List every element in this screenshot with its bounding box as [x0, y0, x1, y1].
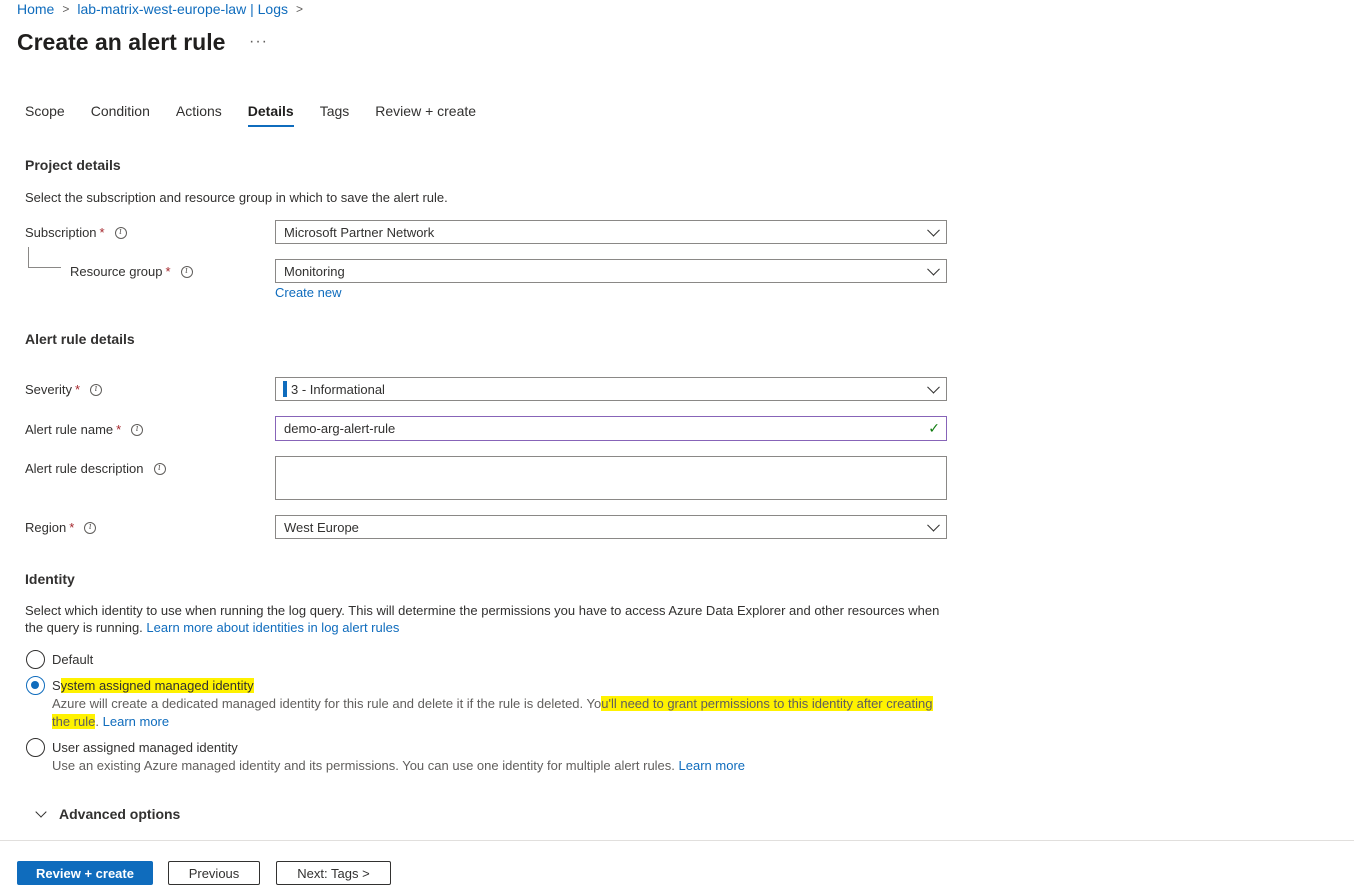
- required-mark: *: [116, 422, 122, 437]
- breadcrumb: Home > lab-matrix-west-europe-law | Logs…: [17, 1, 311, 17]
- severity-label: Severity * i: [25, 382, 103, 397]
- required-mark: *: [69, 520, 75, 535]
- resource-group-label: Resource group * i: [70, 264, 193, 279]
- info-icon[interactable]: i: [90, 383, 103, 396]
- user-assigned-identity-radio[interactable]: [26, 738, 45, 757]
- subscription-dropdown[interactable]: Microsoft Partner Network: [275, 220, 947, 244]
- project-details-description: Select the subscription and resource gro…: [25, 190, 448, 205]
- system-assigned-description-line2: the rule. Learn more: [52, 714, 170, 729]
- breadcrumb-logs-link[interactable]: lab-matrix-west-europe-law | Logs: [77, 1, 288, 17]
- alert-rule-description-label: Alert rule description i: [25, 461, 166, 476]
- severity-dropdown[interactable]: 3 - Informational: [275, 377, 947, 401]
- review-create-button[interactable]: Review + create: [17, 861, 153, 885]
- resource-group-dropdown[interactable]: Monitoring: [275, 259, 947, 283]
- alert-rule-name-label: Alert rule name * i: [25, 422, 144, 437]
- tab-condition[interactable]: Condition: [91, 103, 150, 125]
- severity-indicator: [283, 381, 287, 397]
- identity-description-line2: the query is running. Learn more about i…: [25, 620, 400, 635]
- tree-connector: [28, 247, 61, 268]
- previous-button[interactable]: Previous: [168, 861, 260, 885]
- info-icon[interactable]: i: [180, 265, 193, 278]
- chevron-down-icon: [927, 262, 940, 276]
- tab-actions[interactable]: Actions: [176, 103, 222, 125]
- page-title: Create an alert rule: [17, 29, 226, 55]
- breadcrumb-separator: >: [295, 2, 303, 16]
- info-icon[interactable]: i: [131, 423, 144, 436]
- info-icon[interactable]: i: [153, 462, 166, 475]
- default-identity-radio[interactable]: [26, 650, 45, 669]
- info-icon[interactable]: i: [114, 226, 127, 239]
- required-mark: *: [74, 382, 81, 397]
- tab-details[interactable]: Details: [247, 103, 294, 127]
- checkmark-icon: ✓: [928, 420, 940, 436]
- system-assigned-identity-radio[interactable]: [26, 676, 45, 695]
- chevron-down-icon: [35, 806, 47, 818]
- chevron-down-icon: [927, 380, 940, 394]
- tab-tags[interactable]: Tags: [320, 103, 350, 125]
- alert-rule-details-heading: Alert rule details: [25, 331, 135, 347]
- footer-divider: [0, 840, 1354, 841]
- create-new-link[interactable]: Create new: [275, 285, 341, 300]
- identity-heading: Identity: [25, 571, 75, 587]
- wizard-tabs: Scope Condition Actions Details Tags Rev…: [25, 103, 502, 127]
- breadcrumb-home-link[interactable]: Home: [17, 1, 54, 17]
- breadcrumb-separator: >: [62, 2, 70, 16]
- system-assigned-identity-label: System assigned managed identity: [52, 678, 254, 693]
- more-options-icon[interactable]: ···: [249, 33, 268, 51]
- user-assigned-learn-more-link[interactable]: Learn more: [679, 758, 745, 773]
- subscription-label: Subscription * i: [25, 225, 127, 240]
- chevron-down-icon: [927, 223, 940, 237]
- tab-scope[interactable]: Scope: [25, 103, 65, 125]
- alert-rule-name-input[interactable]: demo-arg-alert-rule ✓: [275, 416, 947, 441]
- system-assigned-learn-more-link[interactable]: Learn more: [103, 714, 169, 729]
- tab-review-create[interactable]: Review + create: [375, 103, 476, 125]
- user-assigned-description: Use an existing Azure managed identity a…: [52, 758, 746, 773]
- user-assigned-identity-label: User assigned managed identity: [52, 740, 238, 755]
- region-dropdown[interactable]: West Europe: [275, 515, 947, 539]
- required-mark: *: [99, 225, 105, 240]
- alert-rule-description-textarea[interactable]: [275, 456, 947, 500]
- region-label: Region * i: [25, 520, 97, 535]
- system-assigned-description-line1: Azure will create a dedicated managed id…: [52, 696, 933, 711]
- info-icon[interactable]: i: [84, 521, 97, 534]
- chevron-down-icon: [927, 518, 940, 532]
- required-mark: *: [165, 264, 171, 279]
- default-identity-label: Default: [52, 652, 94, 667]
- project-details-heading: Project details: [25, 157, 121, 173]
- identity-description: Select which identity to use when runnin…: [25, 603, 940, 618]
- advanced-options-toggle[interactable]: Advanced options: [35, 806, 180, 822]
- learn-more-identities-link[interactable]: Learn more about identities in log alert…: [146, 620, 399, 635]
- next-tags-button[interactable]: Next: Tags >: [276, 861, 391, 885]
